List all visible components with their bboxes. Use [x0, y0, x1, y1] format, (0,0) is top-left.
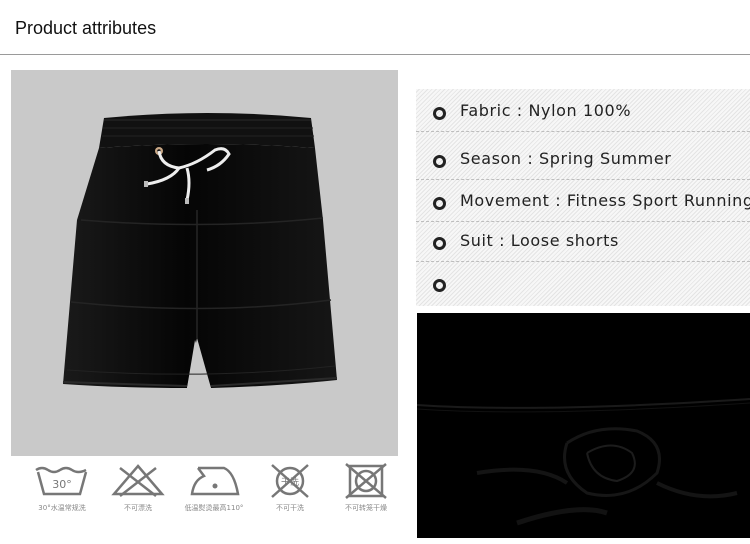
attribute-suit: Suit : Loose shorts: [416, 221, 750, 262]
care-label: 低温熨烫最高110°: [184, 504, 244, 512]
attribute-list: Fabric : Nylon 100% Season : Spring Summ…: [416, 89, 750, 306]
no-dry-clean-icon: 干洗 不可干洗: [258, 460, 322, 518]
svg-text:30°: 30°: [52, 478, 72, 491]
attribute-text: Fabric : Nylon 100%: [460, 101, 632, 120]
page-title: Product attributes: [15, 18, 157, 38]
attribute-movement: Movement : Fitness Sport Running: [416, 181, 750, 222]
care-instructions: 30° 30°水温常规洗 不可漂洗 低温熨烫最高110° 干洗 不可干洗 不可转…: [30, 460, 400, 520]
no-tumble-dry-icon: 不可转笼干燥: [334, 460, 398, 518]
attribute-season: Season : Spring Summer: [416, 139, 750, 180]
attribute-text: Suit : Loose shorts: [460, 231, 619, 250]
header: Product attributes: [0, 0, 750, 55]
fabric-closeup-photo: [417, 313, 750, 538]
wash-30-icon: 30° 30°水温常规洗: [30, 460, 94, 518]
product-photo: [11, 70, 398, 456]
low-iron-icon: 低温熨烫最高110°: [182, 460, 246, 518]
care-label: 不可漂洗: [124, 504, 152, 512]
bullet-icon: [433, 237, 446, 250]
bullet-icon: [433, 279, 446, 292]
attribute-empty: [416, 263, 750, 303]
care-label: 30°水温常规洗: [38, 504, 86, 512]
care-label: 不可转笼干燥: [345, 504, 387, 512]
attribute-text: Season : Spring Summer: [460, 149, 672, 168]
care-label: 不可干洗: [276, 504, 304, 512]
attribute-fabric: Fabric : Nylon 100%: [416, 91, 750, 132]
bullet-icon: [433, 107, 446, 120]
bullet-icon: [433, 155, 446, 168]
attribute-text: Movement : Fitness Sport Running: [460, 191, 750, 210]
bullet-icon: [433, 197, 446, 210]
no-bleach-icon: 不可漂洗: [106, 460, 170, 518]
